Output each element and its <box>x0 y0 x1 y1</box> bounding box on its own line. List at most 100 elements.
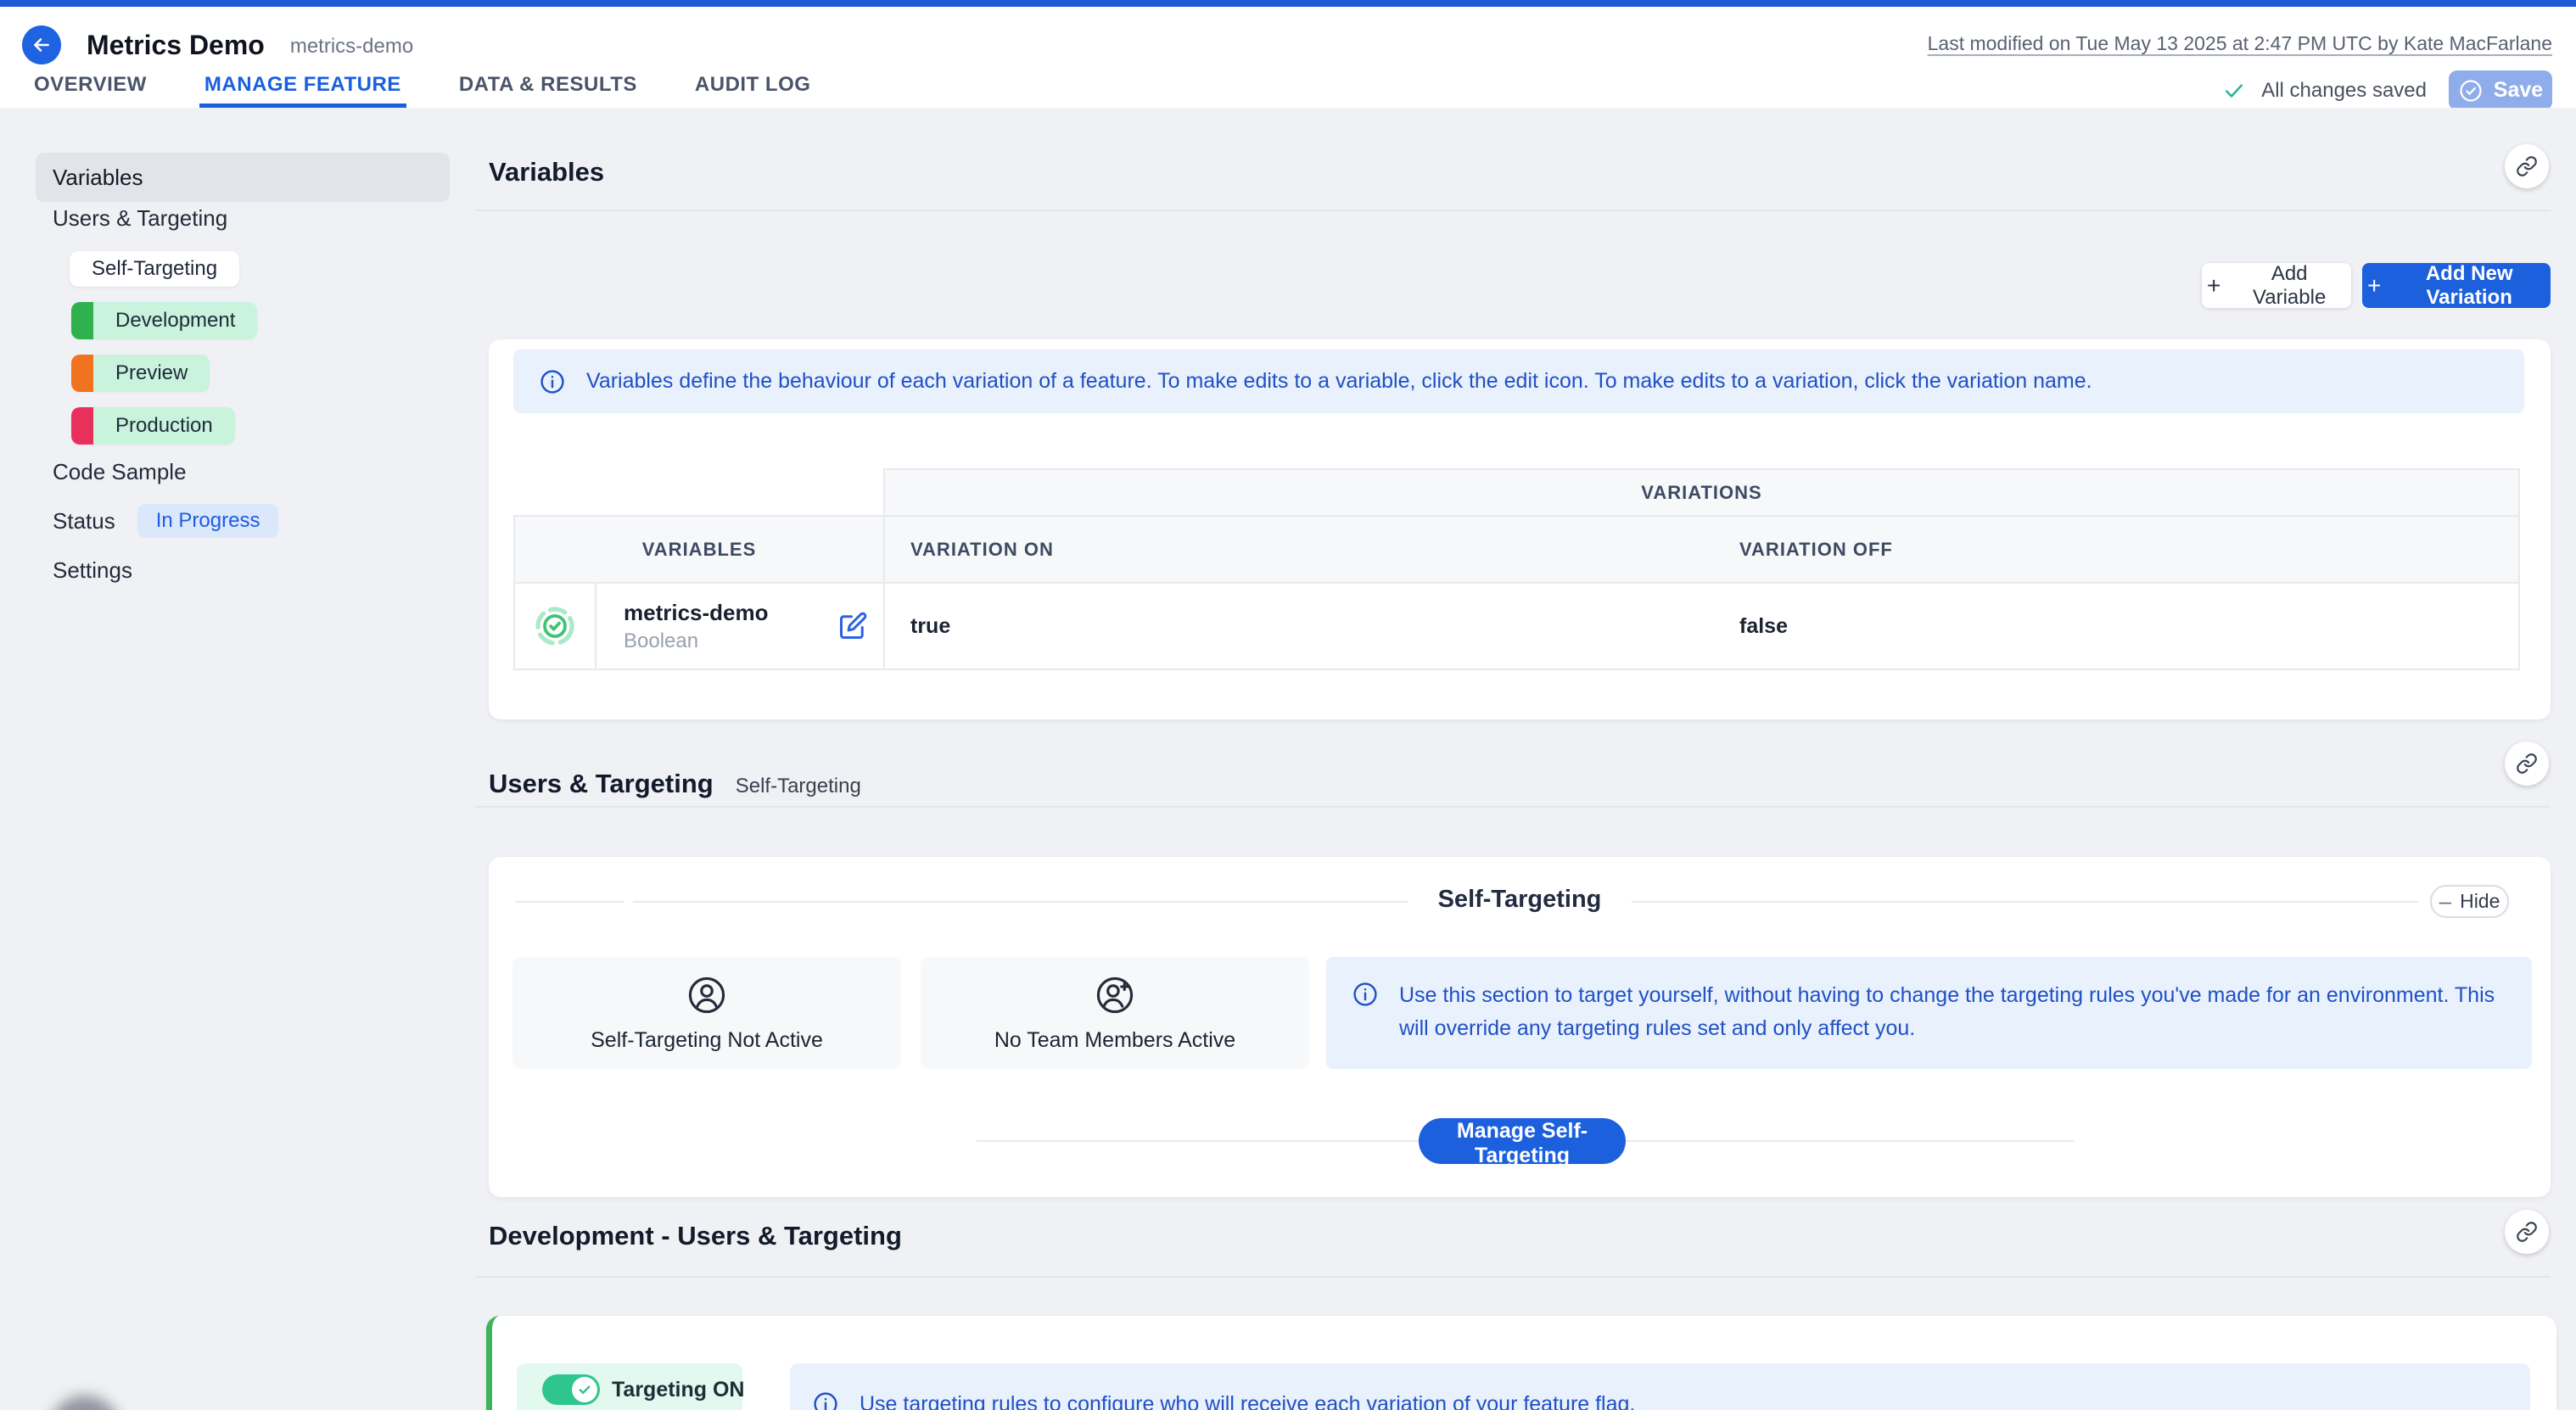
content-area: Variables Users & Targeting Self-Targeti… <box>0 108 2576 1410</box>
sidebar-item-self-targeting[interactable]: Self-Targeting <box>70 251 239 287</box>
status-badge: In Progress <box>137 504 279 538</box>
variable-icon-cell <box>515 584 596 669</box>
sidebar-item-code-sample[interactable]: Code Sample <box>53 455 187 489</box>
link-icon <box>2516 1221 2538 1243</box>
toggle-knob <box>572 1377 597 1402</box>
circle-check-icon <box>2458 78 2484 104</box>
person-circle-icon <box>686 974 728 1016</box>
minus-icon: – <box>2439 888 2451 915</box>
person-plus-icon <box>1094 974 1136 1016</box>
env-color-swatch-development <box>71 302 93 339</box>
users-targeting-section-title: Users & Targeting <box>489 769 714 799</box>
col-header-variation-off: VARIATION OFF <box>1714 517 2518 582</box>
variables-card: Variables define the behaviour of each v… <box>489 339 2551 719</box>
team-members-status-label: No Team Members Active <box>994 1028 1235 1053</box>
hide-button[interactable]: – Hide <box>2430 885 2509 918</box>
add-variable-label: Add Variable <box>2232 262 2346 310</box>
development-targeting-card: Targeting ON Use targeting rules to conf… <box>486 1316 2556 1410</box>
env-color-swatch-production <box>71 407 93 445</box>
add-new-variation-label: Add New Variation <box>2393 262 2545 310</box>
self-targeting-status-label: Self-Targeting Not Active <box>591 1028 823 1053</box>
variables-section-header: Variables <box>475 108 2551 211</box>
back-button[interactable] <box>22 25 61 64</box>
sidebar-item-status[interactable]: Status In Progress <box>53 504 278 538</box>
self-targeting-panel-title: Self-Targeting <box>489 886 2551 914</box>
save-button[interactable]: Save <box>2449 70 2552 110</box>
col-header-variables: VARIABLES <box>515 517 885 582</box>
feature-key: metrics-demo <box>290 35 413 59</box>
development-info-text: Use targeting rules to configure who wil… <box>860 1392 1635 1410</box>
users-targeting-link-button[interactable] <box>2505 741 2549 786</box>
sidebar-item-variables[interactable]: Variables <box>36 153 450 202</box>
link-icon <box>2516 753 2538 775</box>
targeting-toggle[interactable] <box>542 1374 600 1405</box>
env-label-production: Production <box>93 407 235 445</box>
variables-info-text: Variables define the behaviour of each v… <box>586 369 2092 394</box>
sidebar: Variables Users & Targeting Self-Targeti… <box>0 108 475 1410</box>
info-icon <box>539 368 566 395</box>
info-icon <box>1352 981 1379 1008</box>
saved-status-label: All changes saved <box>2261 79 2427 103</box>
targeting-status-panel: Targeting ON <box>517 1363 742 1410</box>
link-icon <box>2516 155 2538 177</box>
last-modified-text[interactable]: Last modified on Tue May 13 2025 at 2:47… <box>1928 32 2552 55</box>
hide-button-label: Hide <box>2460 890 2500 913</box>
check-icon <box>2222 79 2246 103</box>
status-label: Status <box>53 508 115 534</box>
sidebar-item-env-production[interactable]: Production <box>71 407 235 445</box>
saved-status: All changes saved <box>2222 79 2427 103</box>
save-button-label: Save <box>2494 78 2543 103</box>
back-arrow-icon <box>31 34 53 56</box>
sidebar-item-users-targeting[interactable]: Users & Targeting <box>53 201 227 235</box>
tab-audit-log[interactable]: AUDIT LOG <box>690 73 816 108</box>
info-icon <box>812 1390 839 1410</box>
variations-group-header: VARIATIONS <box>883 468 2520 515</box>
variation-off-value: false <box>1714 584 2518 669</box>
targeting-on-label: Targeting ON <box>612 1378 744 1402</box>
table-row: metrics-demo Boolean true false <box>513 584 2520 670</box>
save-row: All changes saved Save <box>2222 70 2552 110</box>
development-section-header: Development - Users & Targeting <box>475 1197 2551 1278</box>
variation-on-value: true <box>885 584 1714 669</box>
table-column-header-row: VARIABLES VARIATION ON VARIATION OFF <box>513 515 2520 584</box>
team-members-status-card: No Team Members Active <box>921 957 1309 1069</box>
tab-data-results[interactable]: DATA & RESULTS <box>454 73 642 108</box>
plus-icon: + <box>2207 274 2220 298</box>
variables-table: VARIATIONS VARIABLES VARIATION ON VARIAT… <box>513 468 2520 670</box>
plus-icon: + <box>2367 274 2381 298</box>
edit-pencil-icon <box>837 611 868 641</box>
sidebar-item-settings[interactable]: Settings <box>53 553 132 587</box>
sidebar-item-env-preview[interactable]: Preview <box>71 355 210 392</box>
title-group: Metrics Demo metrics-demo <box>22 25 413 64</box>
tab-overview[interactable]: OVERVIEW <box>29 73 152 108</box>
variable-name-cell: metrics-demo Boolean <box>596 584 885 669</box>
self-targeting-info-banner: Use this section to target yourself, wit… <box>1326 957 2532 1069</box>
col-header-variation-on: VARIATION ON <box>885 517 1714 582</box>
development-info-banner: Use targeting rules to configure who wil… <box>790 1363 2530 1410</box>
development-link-button[interactable] <box>2505 1210 2549 1254</box>
tab-bar: OVERVIEW MANAGE FEATURE DATA & RESULTS A… <box>29 73 815 108</box>
variables-link-button[interactable] <box>2505 144 2549 188</box>
sidebar-item-env-development[interactable]: Development <box>71 302 257 339</box>
main-column: Variables + Add Variable + Add New Varia… <box>475 108 2576 1410</box>
page-title: Metrics Demo <box>87 30 265 61</box>
variables-section-title: Variables <box>489 157 604 187</box>
manage-self-targeting-button[interactable]: Manage Self-Targeting <box>1419 1118 1626 1164</box>
env-color-swatch-preview <box>71 355 93 392</box>
env-label-preview: Preview <box>93 355 210 392</box>
top-accent-bar <box>0 0 2576 7</box>
edit-variable-button[interactable] <box>837 611 868 641</box>
variables-info-banner: Variables define the behaviour of each v… <box>513 350 2524 413</box>
table-group-header-row: VARIATIONS <box>513 468 2520 515</box>
app-window: Metrics Demo metrics-demo Last modified … <box>0 0 2576 1410</box>
app-header: Metrics Demo metrics-demo Last modified … <box>0 7 2576 108</box>
tab-manage-feature[interactable]: MANAGE FEATURE <box>199 73 406 108</box>
self-targeting-status-card: Self-Targeting Not Active <box>512 957 901 1069</box>
variable-target-icon <box>535 606 575 646</box>
self-targeting-card: Self-Targeting – Hide Self-Targeting Not… <box>489 857 2551 1197</box>
add-variable-button[interactable]: + Add Variable <box>2202 263 2351 308</box>
table-spacer-cell <box>513 468 883 515</box>
users-targeting-section-header: Users & Targeting Self-Targeting <box>475 719 2551 808</box>
env-label-development: Development <box>93 302 257 339</box>
add-new-variation-button[interactable]: + Add New Variation <box>2362 263 2551 308</box>
